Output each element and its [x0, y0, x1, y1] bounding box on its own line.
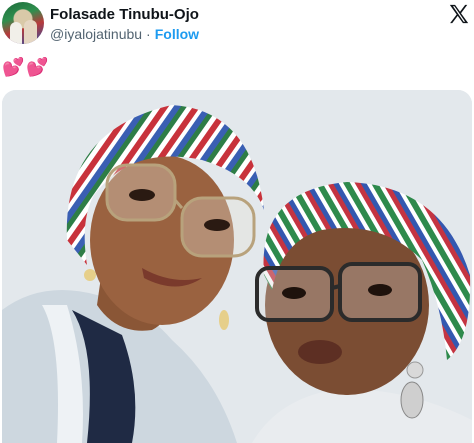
author-name[interactable]: Folasade Tinubu-Ojo — [50, 6, 199, 23]
avatar-figure — [10, 22, 22, 44]
handle-row: @iyalojatinubu · Follow — [50, 26, 199, 42]
avatar[interactable] — [2, 2, 44, 44]
follow-button[interactable]: Follow — [155, 26, 199, 42]
tweet-text: 💕💕 — [2, 57, 51, 77]
author-handle[interactable]: @iyalojatinubu — [50, 26, 142, 42]
tweet-photo[interactable] — [2, 90, 472, 443]
separator-dot: · — [146, 26, 151, 42]
right-lips — [298, 340, 342, 364]
avatar-figure — [24, 20, 37, 44]
x-logo-icon[interactable] — [448, 3, 470, 25]
right-glasses-bridge — [331, 284, 341, 290]
tweet-header: Folasade Tinubu-Ojo @iyalojatinubu · Follo… — [0, 0, 474, 52]
photo-illustration — [2, 90, 472, 443]
